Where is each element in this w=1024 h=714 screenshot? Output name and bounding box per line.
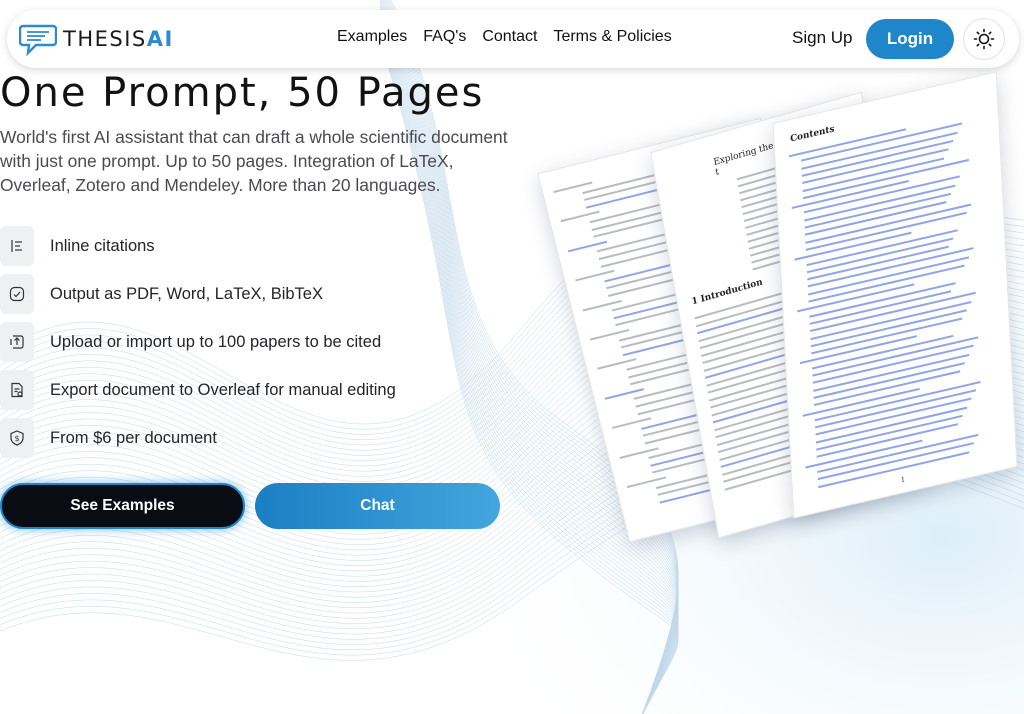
chat-button[interactable]: Chat	[255, 483, 500, 529]
page: THESISAI Examples FAQ's Contact Terms & …	[0, 0, 1024, 714]
price-icon: $	[0, 418, 34, 458]
feature-label: Upload or import up to 100 papers to be …	[50, 332, 382, 351]
feature-label: Inline citations	[50, 236, 155, 255]
upload-icon	[0, 322, 34, 362]
section-heading: 1 Introduction	[690, 277, 764, 308]
export-document-icon	[0, 370, 34, 410]
nav-link-faqs[interactable]: FAQ's	[423, 28, 466, 46]
nav-link-examples[interactable]: Examples	[337, 28, 407, 46]
document-pages-illustration: 74 Exploring the S Challenges, and t 1 I…	[537, 60, 1024, 543]
contents-heading: Contents	[789, 124, 835, 145]
text-line	[817, 442, 974, 481]
brand-name: THESISAI	[63, 27, 174, 51]
feature-label: From $6 per document	[50, 428, 217, 447]
feature-item: Upload or import up to 100 papers to be …	[0, 322, 381, 362]
svg-text:$: $	[14, 434, 19, 443]
contents-page-image: Contents 1	[772, 71, 1018, 519]
chat-bubble-logo-icon	[19, 24, 57, 56]
feature-item: Output as PDF, Word, LaTeX, BibTeX	[0, 274, 323, 314]
sign-up-link[interactable]: Sign Up	[792, 28, 852, 48]
document-check-icon	[0, 274, 34, 314]
hero-subtitle: World's first AI assistant that can draf…	[0, 127, 508, 195]
hero-title: One Prompt, 50 Pages	[0, 70, 485, 116]
feature-label: Output as PDF, Word, LaTeX, BibTeX	[50, 284, 323, 303]
feature-item: Inline citations	[0, 226, 155, 266]
brand-logo[interactable]: THESISAI	[19, 21, 174, 57]
nav-link-contact[interactable]: Contact	[482, 28, 537, 46]
feature-item: Export document to Overleaf for manual e…	[0, 370, 396, 410]
feature-item: $ From $6 per document	[0, 418, 217, 458]
theme-toggle-button[interactable]	[963, 18, 1005, 60]
see-examples-button[interactable]: See Examples	[0, 483, 245, 529]
feature-label: Export document to Overleaf for manual e…	[50, 380, 396, 399]
text-line	[818, 450, 970, 488]
list-citation-icon	[0, 226, 34, 266]
page-number: 1	[900, 475, 906, 485]
login-button[interactable]: Login	[866, 19, 954, 59]
nav-link-terms[interactable]: Terms & Policies	[553, 28, 671, 46]
sun-icon	[973, 28, 995, 50]
nav-links: Examples FAQ's Contact Terms & Policies	[337, 28, 672, 46]
